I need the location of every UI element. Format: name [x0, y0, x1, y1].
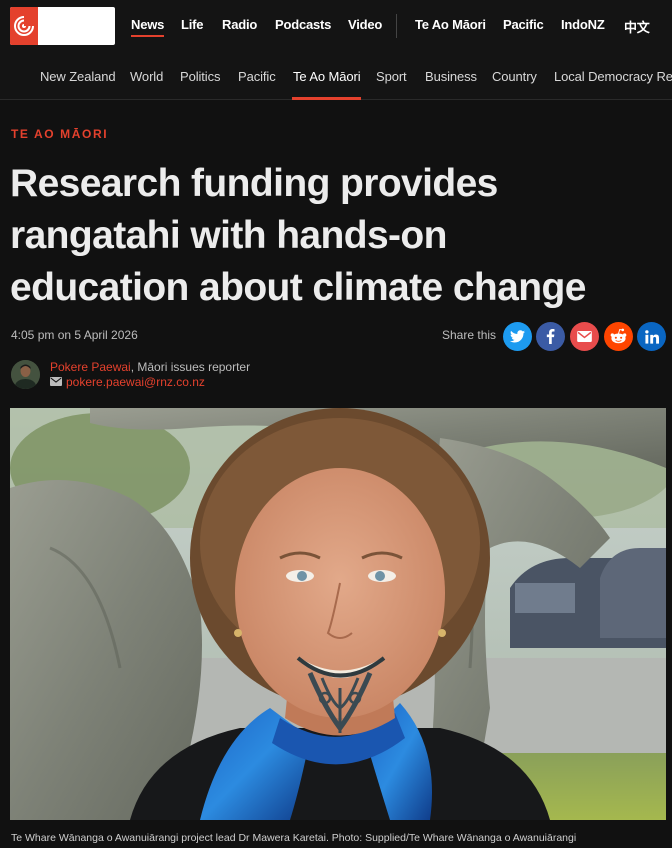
nav-te-ao-maori[interactable]: Te Ao Māori	[415, 17, 486, 32]
section-nav: New Zealand World Politics Pacific Te Ao…	[0, 52, 672, 100]
section-local-democracy[interactable]: Local Democracy Re	[554, 69, 672, 84]
headline-line: rangatahi with hands-on	[10, 214, 447, 257]
nav-podcasts[interactable]: Podcasts	[275, 17, 331, 32]
nav-life[interactable]: Life	[181, 17, 204, 32]
nav-video[interactable]: Video	[348, 17, 382, 32]
section-sport[interactable]: Sport	[376, 69, 407, 84]
hero-photo	[10, 408, 666, 820]
nav-news[interactable]: News	[131, 17, 164, 37]
author-role: , Māori issues reporter	[130, 360, 251, 374]
rnz-logo-icon	[10, 7, 38, 45]
mail-icon	[50, 375, 62, 389]
section-te-ao-maori[interactable]: Te Ao Māori	[293, 69, 361, 84]
email-icon[interactable]	[570, 322, 599, 351]
article-timestamp: 4:05 pm on 5 April 2026	[11, 328, 138, 342]
author-name-link[interactable]: Pokere Paewai	[50, 360, 131, 374]
timestamp-time: 4:05 pm	[11, 328, 55, 342]
active-section-indicator	[292, 97, 361, 100]
nav-chinese[interactable]: 中文	[624, 17, 650, 36]
section-new-zealand[interactable]: New Zealand	[40, 69, 116, 84]
nav-divider	[396, 14, 397, 38]
author-byline: Pokere Paewai, Māori issues reporter	[50, 360, 250, 374]
headline-line: Research funding provides	[10, 162, 498, 205]
timestamp-on: on	[54, 328, 75, 342]
nav-radio[interactable]: Radio	[222, 17, 257, 32]
section-business[interactable]: Business	[425, 69, 477, 84]
headline-line: education about climate change	[10, 266, 586, 309]
section-country[interactable]: Country	[492, 69, 537, 84]
author-email: pokere.paewai@rnz.co.nz	[50, 375, 205, 389]
section-world[interactable]: World	[130, 69, 163, 84]
share-label: Share this	[442, 328, 497, 342]
author-avatar[interactable]	[11, 360, 40, 389]
facebook-icon[interactable]	[536, 322, 565, 351]
timestamp-date: 5 April 2026	[74, 328, 138, 342]
rnz-logo[interactable]	[10, 7, 115, 45]
article-kicker[interactable]: TE AO MĀORI	[11, 127, 108, 141]
nav-pacific[interactable]: Pacific	[503, 17, 544, 32]
section-politics[interactable]: Politics	[180, 69, 220, 84]
linkedin-icon[interactable]	[637, 322, 666, 351]
reddit-icon[interactable]	[604, 322, 633, 351]
top-bar: News Life Radio Podcasts Video Te Ao Māo…	[0, 0, 672, 52]
article-headline: Research funding provides rangatahi with…	[10, 158, 660, 314]
section-pacific[interactable]: Pacific	[238, 69, 276, 84]
photo-caption: Te Whare Wānanga o Awanuiārangi project …	[11, 832, 577, 844]
nav-indonz[interactable]: IndoNZ	[561, 17, 605, 32]
author-email-link[interactable]: pokere.paewai@rnz.co.nz	[66, 375, 205, 389]
twitter-icon[interactable]	[503, 322, 532, 351]
